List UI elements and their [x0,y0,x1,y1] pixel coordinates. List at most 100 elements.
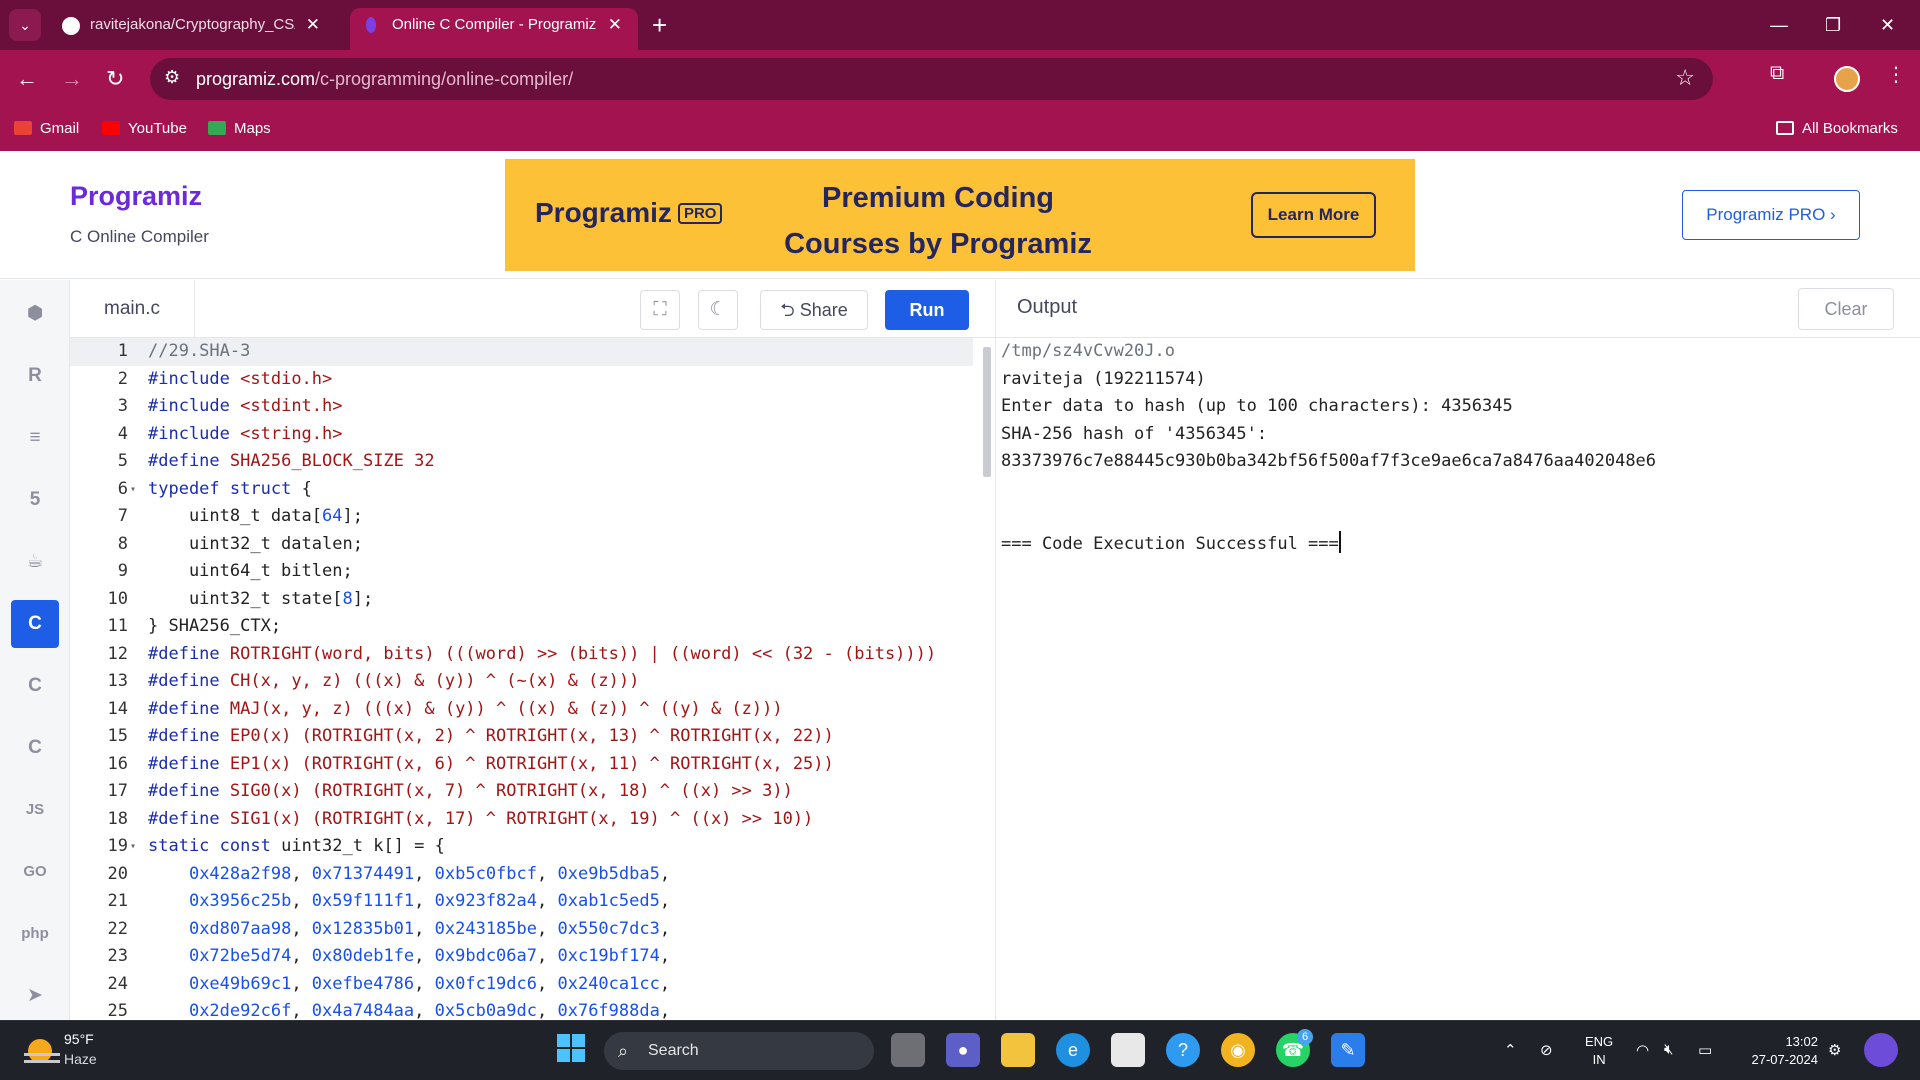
learn-more-button[interactable]: Learn More [1251,192,1376,238]
file-tab[interactable]: main.c [70,280,195,338]
fullscreen-icon[interactable]: ⛶ [640,290,680,330]
volume-muted-icon[interactable]: 🔇︎ [1664,1041,1673,1058]
code-line[interactable]: 5 #define SHA256_BLOCK_SIZE 32 [70,448,970,476]
code-line[interactable]: 12 #define ROTRIGHT(word, bits) (((word) … [70,641,970,669]
reload-icon[interactable]: ↻ [106,63,124,95]
code-line[interactable]: 24 0xe49b69c1, 0xefbe4786, 0x0fc19dc6, 0… [70,971,970,999]
file-explorer-icon[interactable] [1001,1033,1035,1067]
code-line[interactable]: 2 #include <stdio.h> [70,366,970,394]
bookmark-star-icon[interactable]: ☆ [1675,65,1695,91]
promo-banner[interactable]: Programiz PRO Premium Coding Courses by P… [505,159,1415,271]
bookmark-gmail[interactable]: Gmail [14,120,79,137]
fold-chevron-icon[interactable]: ▾ [130,476,136,504]
r-icon[interactable]: R [11,352,59,400]
output-console[interactable]: /tmp/sz4vCvw20J.o raviteja (192211574) Ent… [996,338,1920,1020]
php-icon[interactable]: php [11,910,59,958]
code-line[interactable]: 14 #define MAJ(x, y, z) (((x) & (y)) ^ ((… [70,696,970,724]
edge-icon[interactable]: e [1056,1033,1090,1067]
code-line[interactable]: 21 0x3956c25b, 0x59f111f1, 0x923f82a4, 0… [70,888,970,916]
cpp-icon[interactable]: C [11,662,59,710]
windows-start-icon[interactable] [554,1033,588,1067]
code-line[interactable]: 17 #define SIG0(x) (ROTRIGHT(x, 7) ^ ROTR… [70,778,970,806]
close-window-icon[interactable]: ✕ [1880,10,1895,40]
teams-icon[interactable]: ● [946,1033,980,1067]
code-line[interactable]: 10 uint32_t state[8]; [70,586,970,614]
code-text: 0xe49b69c1, 0xefbe4786, 0x0fc19dc6, 0x24… [188,973,671,994]
dark-mode-icon[interactable]: ☾ [698,290,738,330]
python-icon[interactable]: ⬢ [11,290,59,338]
code-line[interactable]: 8 uint32_t datalen; [70,531,970,559]
code-line[interactable]: 9 uint64_t bitlen; [70,558,970,586]
folder-icon [1776,121,1794,135]
html-icon[interactable]: 5 [11,476,59,524]
bookmark-maps[interactable]: Maps [208,120,271,137]
sql-icon[interactable]: ≡ [11,414,59,462]
restore-icon[interactable]: ❐ [1825,10,1841,40]
programiz-pro-button[interactable]: Programiz PRO › [1682,190,1860,240]
clock[interactable]: 13:02 27-07-2024 [1736,1033,1819,1069]
code-line[interactable]: 23 0x72be5d74, 0x80deb1fe, 0x9bdc06a7, 0… [70,943,970,971]
minimize-icon[interactable]: — [1770,10,1788,40]
share-button[interactable]: ⮌ Share [760,290,868,330]
paint-icon[interactable]: ✎ [1331,1033,1365,1067]
code-line[interactable]: 6 ▾ typedef struct { [70,476,970,504]
swift-icon[interactable]: ➤ [11,972,59,1020]
forward-icon[interactable]: → [61,63,83,95]
code-line[interactable]: 15 #define EP0(x) (ROTRIGHT(x, 2) ^ ROTRI… [70,723,970,751]
programiz-logo[interactable]: Programiz [70,181,202,212]
line-number: 14 [107,698,128,719]
code-line[interactable]: 20 0x428a2f98, 0x71374491, 0xb5c0fbcf, 0… [70,861,970,889]
chrome-icon[interactable]: ◉ [1221,1033,1255,1067]
go-icon[interactable]: GO [11,848,59,896]
code-text: 0xd807aa98, 0x12835b01, 0x243185be, 0x55… [188,918,671,939]
taskbar-search[interactable]: ⌕ Search [604,1032,874,1070]
help-icon[interactable]: ? [1166,1033,1200,1067]
battery-icon[interactable]: ▭ [1698,1041,1712,1059]
line-number: 11 [107,616,128,636]
clear-button[interactable]: Clear [1798,288,1894,330]
task-view-icon[interactable] [891,1033,925,1067]
code-line[interactable]: 18 #define SIG1(x) (ROTRIGHT(x, 17) ^ ROT… [70,806,970,834]
extensions-icon[interactable]: ⧉ [1770,62,1784,85]
language-indicator[interactable]: ENG IN [1585,1033,1613,1069]
java-icon[interactable]: ☕ [11,538,59,586]
store-icon[interactable] [1111,1033,1145,1067]
c-icon[interactable]: C [11,600,59,648]
site-info-icon[interactable]: ⚙ [164,67,180,88]
taskbar: 95°F Haze ⌕ Search ● e ? ◉ ☎ 6 ✎ ⌃ ⊘ ENG … [0,1020,1920,1080]
code-line[interactable]: 11} SHA256_CTX; [70,613,970,641]
code-line[interactable]: 22 0xd807aa98, 0x12835b01, 0x243185be, 0… [70,916,970,944]
editor-scrollbar[interactable] [983,347,991,477]
tab-search-button[interactable]: ⌄ [9,9,41,41]
fold-chevron-icon[interactable]: ▾ [130,833,136,861]
run-button[interactable]: Run [885,290,969,330]
code-line[interactable]: 1 //29.SHA-3 [70,338,973,366]
back-icon[interactable]: ← [16,63,38,95]
menu-icon[interactable]: ⋮ [1886,62,1906,87]
js-icon[interactable]: JS [11,786,59,834]
weather-icon[interactable] [22,1031,62,1071]
csharp-icon[interactable]: C [11,724,59,772]
code-line[interactable]: 25 0x2de92c6f, 0x4a7484aa, 0x5cb0a9dc, 0… [70,998,970,1020]
code-line[interactable]: 4 #include <string.h> [70,421,970,449]
address-bar[interactable]: ⚙ programiz.com/c-programming/online-com… [150,58,1713,100]
code-line[interactable]: 16 #define EP1(x) (ROTRIGHT(x, 6) ^ ROTRI… [70,751,970,779]
network-off-icon[interactable]: ⊘ [1540,1041,1553,1059]
avatar[interactable] [1834,66,1860,92]
all-bookmarks[interactable]: All Bookmarks [1776,120,1898,137]
new-tab-button[interactable]: + [652,10,667,40]
close-icon[interactable]: ✕ [306,8,320,42]
tab-programiz[interactable]: Online C Compiler - Programiz ✕ [350,8,638,50]
code-line[interactable]: 19 ▾ static const uint32_t k[] = { [70,833,970,861]
tab-github[interactable]: ravitejakona/Cryptography_CSA ✕ [48,8,336,50]
bookmark-youtube[interactable]: YouTube [102,120,187,137]
wifi-icon[interactable]: ◠ [1636,1041,1649,1059]
chevron-up-icon[interactable]: ⌃ [1504,1041,1517,1059]
close-icon[interactable]: ✕ [608,8,622,42]
code-line[interactable]: 3 #include <stdint.h> [70,393,970,421]
code-line[interactable]: 13 #define CH(x, y, z) (((x) & (y)) ^ (~(… [70,668,970,696]
notification-settings-icon[interactable]: ⚙ [1828,1041,1841,1059]
code-line[interactable]: 7 uint8_t data[64]; [70,503,970,531]
copilot-icon[interactable] [1864,1033,1898,1067]
code-editor[interactable]: 1 //29.SHA-3 2 #include <stdio.h> 3 #include … [70,338,995,1020]
